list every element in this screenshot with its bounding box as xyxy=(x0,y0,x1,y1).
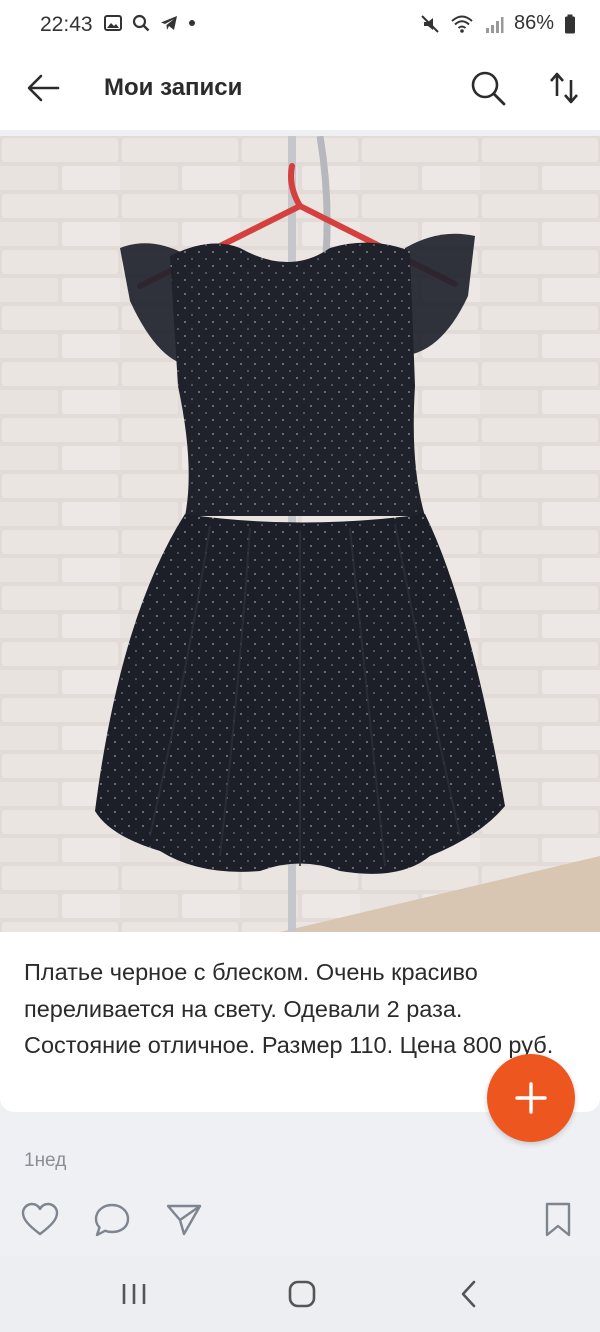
signal-icon xyxy=(485,16,504,33)
status-right: 86% xyxy=(420,12,576,35)
dot-icon xyxy=(189,20,195,26)
bookmark-icon[interactable] xyxy=(538,1200,578,1240)
search-icon xyxy=(132,14,150,32)
sort-arrows-icon[interactable] xyxy=(544,66,584,110)
battery-icon xyxy=(565,14,575,33)
page-title: Мои записи xyxy=(104,74,243,101)
home-icon[interactable] xyxy=(282,1276,322,1312)
post-time: 1нед xyxy=(24,1150,67,1171)
app-header: Мои записи xyxy=(0,48,600,130)
comment-icon[interactable] xyxy=(92,1200,132,1240)
add-post-button[interactable] xyxy=(487,1054,575,1142)
heart-icon[interactable] xyxy=(20,1200,60,1240)
telegram-icon xyxy=(161,16,177,30)
mute-icon xyxy=(421,14,439,33)
system-nav-bar xyxy=(0,1256,600,1332)
gallery-icon xyxy=(104,15,122,31)
search-icon[interactable] xyxy=(466,66,510,110)
share-icon[interactable] xyxy=(164,1200,204,1240)
battery-percent: 86% xyxy=(513,12,554,34)
dress-photo-illustration xyxy=(0,136,600,932)
status-time: 22:43 xyxy=(40,13,93,36)
post-photo[interactable] xyxy=(0,136,600,932)
status-left-icons xyxy=(104,14,196,32)
post-text: Платье черное с блеском. Очень красиво п… xyxy=(24,959,554,1058)
status-bar: 22:43 86% xyxy=(0,0,600,48)
post-actions xyxy=(0,1196,600,1246)
plus-icon xyxy=(515,1082,547,1114)
wifi-icon xyxy=(451,15,473,33)
back-icon[interactable] xyxy=(450,1276,490,1312)
recents-icon[interactable] xyxy=(114,1276,154,1312)
arrow-left-icon[interactable] xyxy=(24,68,64,108)
